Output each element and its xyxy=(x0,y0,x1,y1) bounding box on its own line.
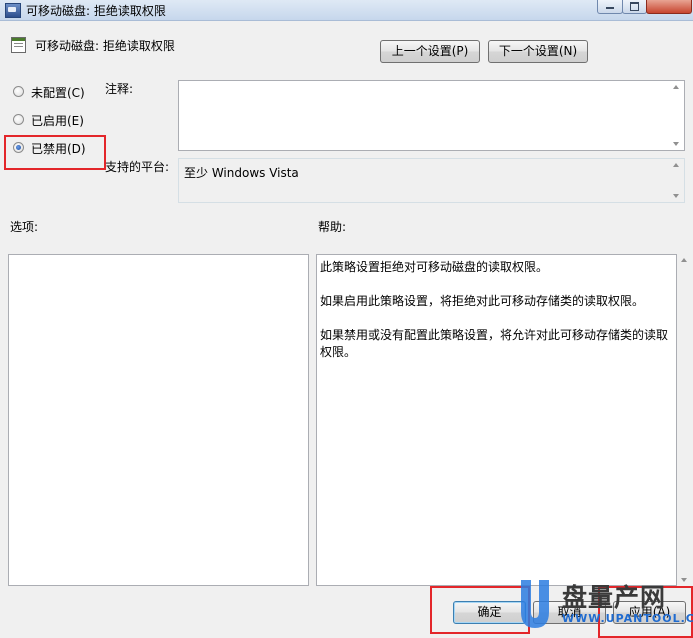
policy-title: 可移动磁盘: 拒绝读取权限 xyxy=(35,39,175,53)
scroll-up-icon[interactable] xyxy=(681,258,687,262)
radio-label: 未配置(C) xyxy=(31,86,85,100)
watermark-logo xyxy=(521,580,549,628)
radio-circle[interactable] xyxy=(13,86,24,97)
radio-circle[interactable] xyxy=(13,114,24,125)
platform-value: 至少 Windows Vista xyxy=(184,166,299,180)
comment-scrollbar[interactable] xyxy=(669,81,684,150)
title-bar: 可移动磁盘: 拒绝读取权限 xyxy=(0,0,693,21)
highlight-box-disabled xyxy=(4,135,106,170)
help-panel[interactable]: 此策略设置拒绝对可移动磁盘的读取权限。 如果启用此策略设置，将拒绝对此可移动存储… xyxy=(316,254,677,586)
help-paragraph: 如果启用此策略设置，将拒绝对此可移动存储类的读取权限。 xyxy=(320,294,645,308)
platform-scrollbar[interactable] xyxy=(669,159,684,202)
help-label: 帮助: xyxy=(318,220,347,234)
previous-setting-button[interactable]: 上一个设置(P) xyxy=(380,40,480,63)
close-button[interactable] xyxy=(646,0,692,14)
policy-app-icon xyxy=(5,3,21,18)
watermark-title: 盘量产网 xyxy=(562,583,667,612)
options-label: 选项: xyxy=(10,220,39,234)
watermark-url: WWW.UPANTOOL.COM xyxy=(562,612,693,625)
help-scrollbar[interactable] xyxy=(677,254,692,586)
comment-field[interactable] xyxy=(178,80,685,151)
scroll-up-icon[interactable] xyxy=(673,163,679,167)
platform-field: 至少 Windows Vista xyxy=(178,158,685,203)
help-text: 此策略设置拒绝对可移动磁盘的读取权限。 如果启用此策略设置，将拒绝对此可移动存储… xyxy=(320,259,668,378)
window-title: 可移动磁盘: 拒绝读取权限 xyxy=(26,4,166,18)
radio-label: 已启用(E) xyxy=(31,114,84,128)
radio-enabled[interactable]: 已启用(E) xyxy=(13,112,93,128)
scroll-up-icon[interactable] xyxy=(673,85,679,89)
comment-label: 注释: xyxy=(105,82,134,96)
maximize-button[interactable] xyxy=(622,0,647,14)
scroll-down-icon[interactable] xyxy=(673,142,679,146)
maximize-icon xyxy=(630,2,639,11)
radio-not-configured[interactable]: 未配置(C) xyxy=(13,84,93,100)
scroll-down-icon[interactable] xyxy=(673,194,679,198)
options-panel xyxy=(8,254,309,586)
window-controls xyxy=(597,0,693,14)
minimize-button[interactable] xyxy=(597,0,623,14)
scroll-down-icon[interactable] xyxy=(681,578,687,582)
help-paragraph: 此策略设置拒绝对可移动磁盘的读取权限。 xyxy=(320,260,549,274)
minimize-icon xyxy=(606,7,614,9)
policy-setting-icon xyxy=(11,37,26,53)
help-paragraph: 如果禁用或没有配置此策略设置，将允许对此可移动存储类的读取权限。 xyxy=(320,328,669,359)
next-setting-button[interactable]: 下一个设置(N) xyxy=(488,40,588,63)
platform-label: 支持的平台: xyxy=(105,160,170,174)
